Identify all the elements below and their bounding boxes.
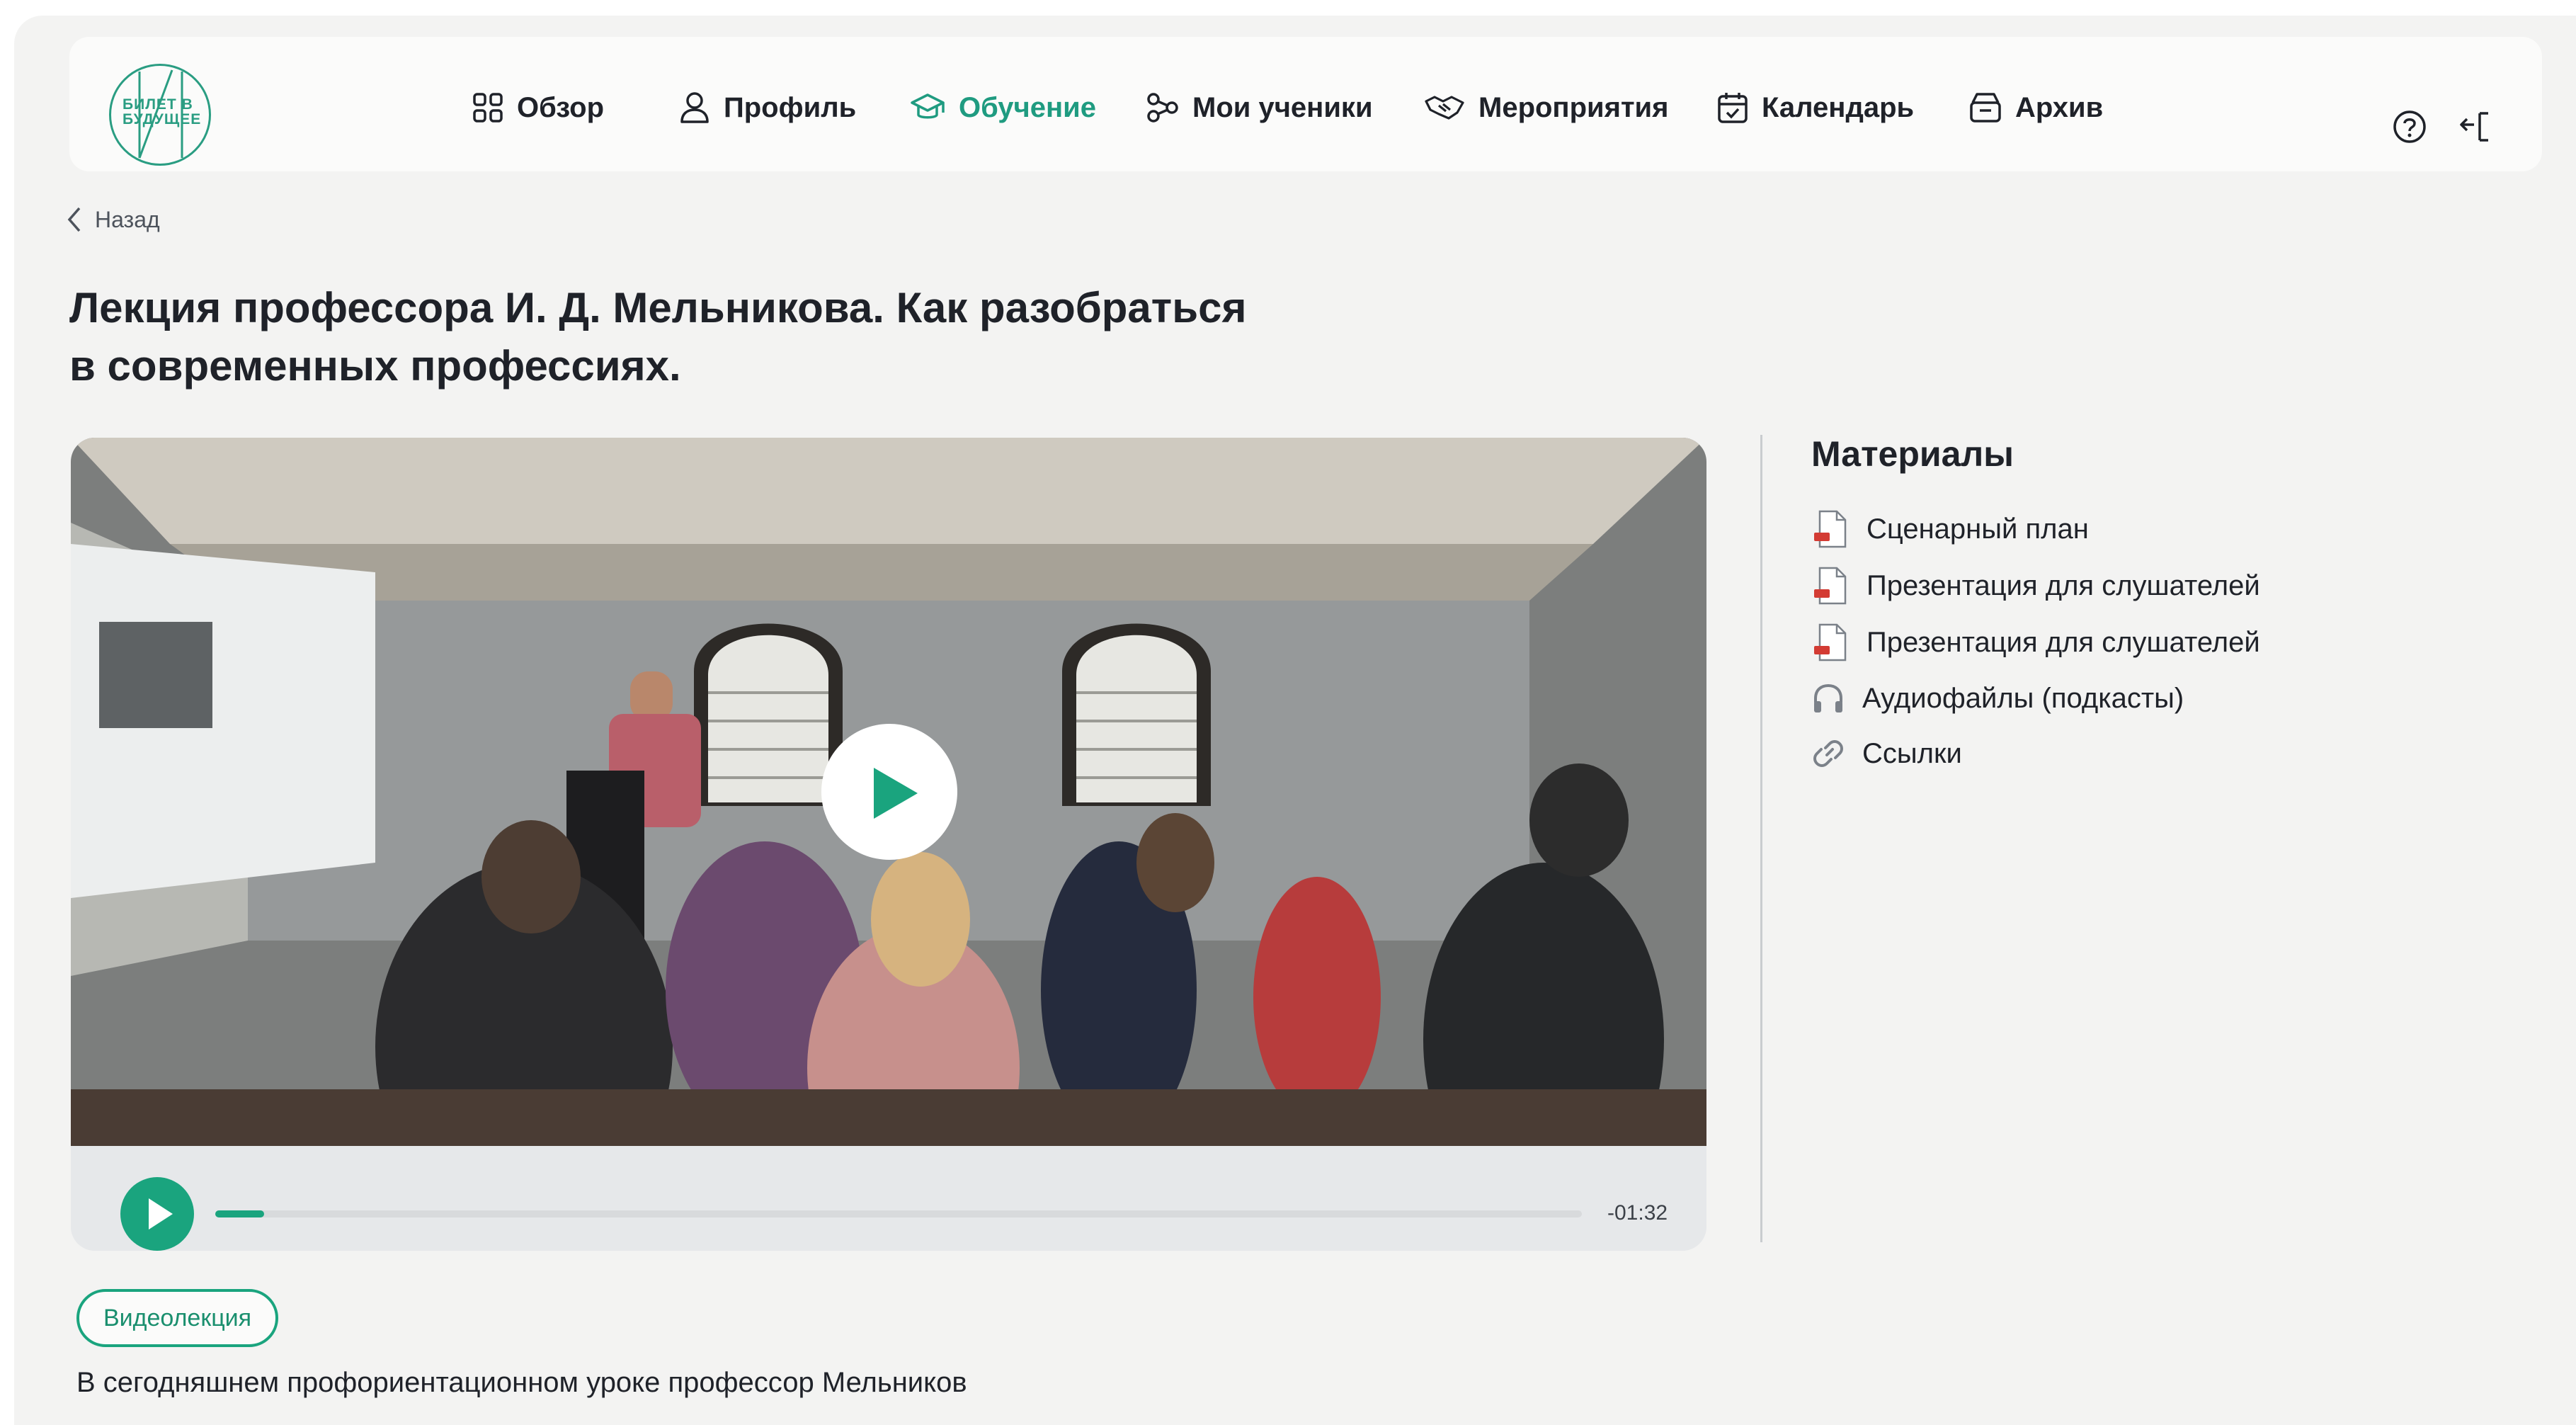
logo-text-line2: БУДУЩЕЕ: [122, 111, 202, 127]
pdf-file-icon: [1814, 623, 1847, 662]
nav-item-my-students[interactable]: Мои ученики: [1146, 83, 1373, 132]
brand-logo[interactable]: БИЛЕТ В БУДУЩЕЕ: [109, 64, 211, 166]
back-link-label: Назад: [95, 206, 160, 232]
material-item-scenario-plan[interactable]: Сценарный план: [1811, 509, 2089, 550]
video-progress-bar[interactable]: [215, 1210, 1582, 1217]
logout-button[interactable]: [2458, 109, 2494, 148]
handshake-icon: [1425, 96, 1464, 120]
material-item-label: Сценарный план: [1867, 513, 2089, 545]
nav-item-profile-label: Профиль: [724, 91, 857, 123]
content-type-tag[interactable]: Видеолекция: [76, 1289, 279, 1347]
material-item-presentation-1[interactable]: Презентация для слушателей: [1811, 565, 2260, 606]
help-button[interactable]: [2392, 109, 2427, 148]
video-big-play-button[interactable]: [821, 724, 957, 860]
chevron-left-icon: [67, 207, 81, 232]
graduation-cap-icon: [911, 93, 945, 119]
nav-item-overview[interactable]: Обзор: [472, 83, 604, 132]
nav-item-calendar[interactable]: Календарь: [1716, 83, 1914, 132]
material-item-label: Презентация для слушателей: [1867, 569, 2260, 601]
nav-item-archive-label: Архив: [2015, 91, 2104, 123]
help-icon: [2393, 110, 2426, 143]
nav-item-events-label: Мероприятия: [1478, 91, 1669, 123]
time-remaining: -01:32: [1607, 1201, 1668, 1225]
page-title: Лекция профессора И. Д. Мельникова. Как …: [69, 279, 1415, 395]
link-icon: [1813, 740, 1843, 767]
nav-item-calendar-label: Календарь: [1762, 91, 1915, 123]
nav-item-my-students-label: Мои ученики: [1192, 91, 1373, 123]
nav-item-profile[interactable]: Профиль: [678, 83, 856, 132]
top-navigation: БИЛЕТ В БУДУЩЕЕ Обзор Профиль Обучение М…: [69, 37, 2542, 171]
video-player[interactable]: -01:32: [71, 438, 1706, 1251]
material-item-audio[interactable]: Аудиофайлы (подкасты): [1811, 681, 2184, 715]
pdf-file-icon: [1814, 567, 1847, 605]
headphones-icon: [1814, 683, 1842, 712]
material-item-label: Аудиофайлы (подкасты): [1862, 682, 2184, 714]
page-title-line1: Лекция профессора И. Д. Мельникова. Как …: [69, 284, 1247, 331]
page-title-line2: в современных профессиях.: [69, 342, 681, 390]
archive-icon: [1970, 93, 2001, 123]
logo-text: БИЛЕТ В БУДУЩЕЕ: [122, 97, 201, 127]
content-type-tag-label: Видеолекция: [103, 1304, 252, 1332]
nav-item-archive[interactable]: Архив: [1968, 83, 2103, 132]
network-icon: [1147, 93, 1178, 123]
material-item-presentation-2[interactable]: Презентация для слушателей: [1811, 622, 2260, 663]
back-link[interactable]: Назад: [65, 205, 160, 234]
nav-item-learning-label: Обучение: [959, 91, 1097, 123]
grid-icon: [473, 93, 503, 123]
logout-icon: [2460, 112, 2488, 142]
material-item-links[interactable]: Ссылки: [1811, 737, 1962, 771]
material-item-label: Презентация для слушателей: [1867, 626, 2260, 658]
nav-item-overview-label: Обзор: [517, 91, 605, 123]
video-controls: -01:32: [71, 1146, 1706, 1251]
material-item-label: Ссылки: [1862, 737, 1962, 769]
user-icon: [680, 92, 709, 123]
nav-item-learning[interactable]: Обучение: [909, 83, 1096, 132]
vertical-divider: [1760, 435, 1762, 1242]
logo-text-line1: БИЛЕТ В: [122, 96, 193, 113]
play-button[interactable]: [120, 1177, 194, 1251]
materials-title: Материалы: [1811, 434, 2014, 474]
pdf-file-icon: [1814, 510, 1847, 548]
video-progress-fill: [215, 1210, 265, 1217]
nav-item-events[interactable]: Мероприятия: [1423, 83, 1668, 132]
calendar-icon: [1718, 93, 1748, 123]
lecture-description: В сегодняшнем профориентационном уроке п…: [76, 1367, 967, 1398]
